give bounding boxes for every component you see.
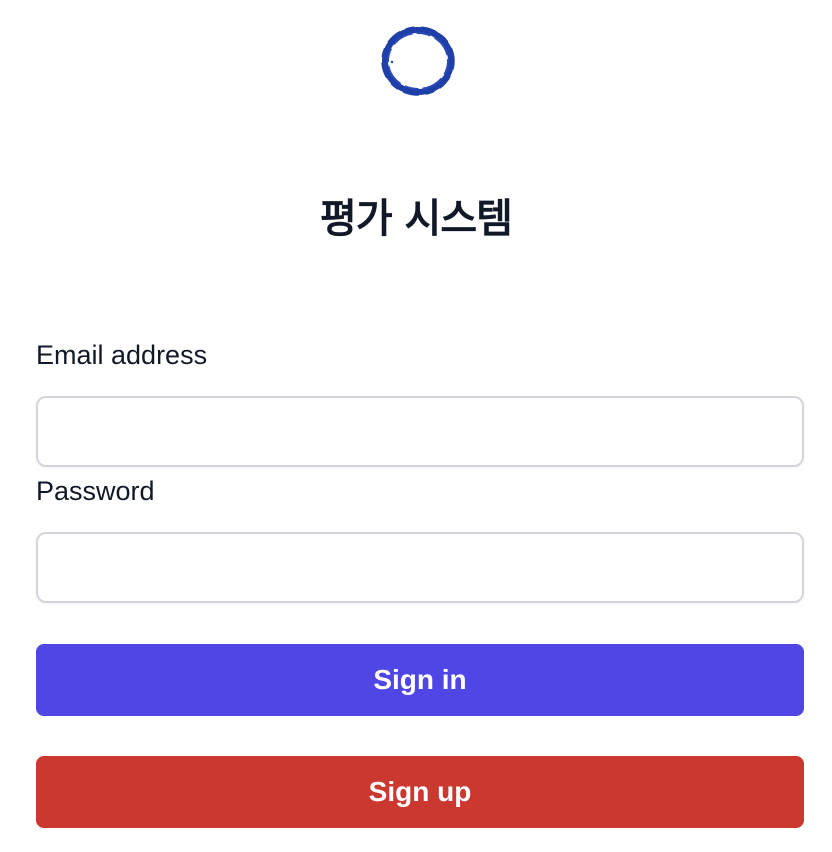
logo-graphic <box>381 26 455 96</box>
email-label: Email address <box>36 340 208 370</box>
sign-up-button[interactable]: Sign up <box>36 756 804 828</box>
logo-brush-circle-icon <box>378 24 458 98</box>
password-label: Password <box>36 476 155 506</box>
sign-in-button[interactable]: Sign in <box>36 644 804 716</box>
email-field[interactable] <box>36 396 804 467</box>
password-field[interactable] <box>36 532 804 603</box>
page-title: 평가 시스템 <box>320 196 513 242</box>
